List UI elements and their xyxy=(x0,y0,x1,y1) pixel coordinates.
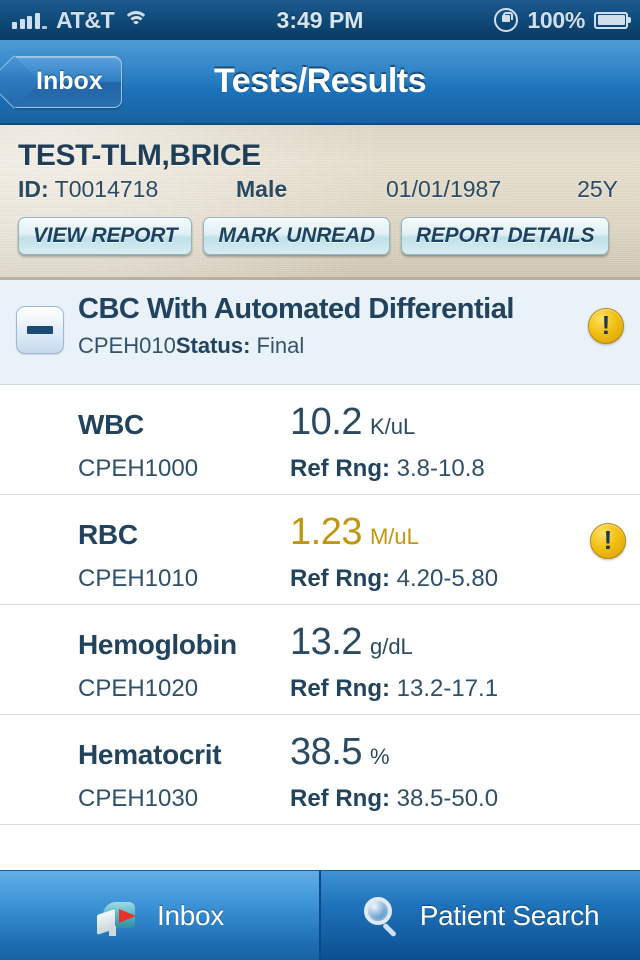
result-unit: M/uL xyxy=(369,524,419,549)
result-row-rbc[interactable]: RBC 1.23 M/uL CPEH1010 Ref Rng: 4.20-5.8… xyxy=(0,495,640,605)
status-bar: AT&T 3:49 PM 100% xyxy=(0,0,640,40)
status-bar-center: 3:49 PM xyxy=(277,7,364,34)
magnifier-icon xyxy=(362,895,404,937)
result-name: Hematocrit xyxy=(78,739,222,770)
result-unit: g/dL xyxy=(369,634,413,659)
test-section-header[interactable]: CBC With Automated Differential CPEH010S… xyxy=(0,280,640,385)
result-reference-range: Ref Rng: 3.8-10.8 xyxy=(290,455,578,483)
patient-name: TEST-TLM,BRICE xyxy=(18,139,261,172)
patient-dob: 01/01/1987 xyxy=(386,176,502,202)
result-row-primary: Hematocrit 38.5 % xyxy=(0,731,578,774)
ref-range-label: Ref Rng: xyxy=(290,455,390,482)
result-row-secondary: CPEH1030 Ref Rng: 38.5-50.0 xyxy=(0,785,578,813)
ref-range-value: 13.2-17.1 xyxy=(396,675,499,702)
report-details-button[interactable]: REPORT DETAILS xyxy=(400,217,610,255)
result-row-secondary: CPEH1020 Ref Rng: 13.2-17.1 xyxy=(0,675,578,703)
result-value: 38.5 xyxy=(290,731,362,773)
tab-patient-search[interactable]: Patient Search xyxy=(319,871,640,960)
battery-percent-label: 100% xyxy=(527,6,585,33)
test-section-subtitle: CPEH010Status: Final xyxy=(78,333,580,359)
result-name: WBC xyxy=(78,409,144,440)
patient-header: TEST-TLM,BRICE ID: T0014718 Male 01/01/1… xyxy=(0,125,640,280)
signal-bars-icon xyxy=(12,12,47,29)
result-value-group: 10.2 K/uL xyxy=(290,401,578,444)
patient-action-buttons: VIEW REPORT MARK UNREAD REPORT DETAILS xyxy=(18,217,622,255)
battery-icon xyxy=(594,11,631,29)
result-unit: % xyxy=(369,744,390,769)
carrier-label: AT&T xyxy=(56,6,115,33)
tab-bar: Inbox Patient Search xyxy=(0,870,640,960)
patient-id-value: T0014718 xyxy=(54,176,159,202)
mailbox-icon xyxy=(95,896,141,936)
result-unit: K/uL xyxy=(369,414,416,439)
result-code: CPEH1010 xyxy=(78,565,199,592)
result-row-secondary: CPEH1010 Ref Rng: 4.20-5.80 xyxy=(0,565,578,593)
ref-range-label: Ref Rng: xyxy=(290,675,390,702)
result-code: CPEH1000 xyxy=(78,455,199,482)
result-reference-range: Ref Rng: 13.2-17.1 xyxy=(290,675,578,703)
wifi-icon xyxy=(123,10,150,30)
result-row-hemoglobin[interactable]: Hemoglobin 13.2 g/dL CPEH1020 Ref Rng: 1… xyxy=(0,605,640,715)
result-name: RBC xyxy=(78,519,138,550)
tab-patient-search-label: Patient Search xyxy=(419,899,600,931)
navigation-bar: Inbox Tests/Results xyxy=(0,40,640,125)
result-reference-range: Ref Rng: 4.20-5.80 xyxy=(290,565,578,593)
result-row-hematocrit[interactable]: Hematocrit 38.5 % CPEH1030 Ref Rng: 38.5… xyxy=(0,715,640,825)
patient-demographics: ID: T0014718 Male 01/01/1987 25Y xyxy=(18,176,622,203)
result-row-primary: RBC 1.23 M/uL xyxy=(0,511,578,554)
clock-label: 3:49 PM xyxy=(276,6,364,33)
patient-id: ID: T0014718 xyxy=(18,176,236,203)
result-value: 1.23 xyxy=(290,511,362,553)
result-row-wbc[interactable]: WBC 10.2 K/uL CPEH1000 Ref Rng: 3.8-10.8 xyxy=(0,385,640,495)
status-value: Final xyxy=(256,333,305,358)
status-bar-left: AT&T xyxy=(12,7,277,34)
result-value-group: 13.2 g/dL xyxy=(290,621,578,664)
app-screen: AT&T 3:49 PM 100% Inbox Tests/Results TE… xyxy=(0,0,640,960)
ref-range-value: 38.5-50.0 xyxy=(396,785,499,812)
mark-unread-button[interactable]: MARK UNREAD xyxy=(203,217,390,255)
minus-icon[interactable] xyxy=(16,306,64,354)
result-row-mcv[interactable]: MCV 80.0 fL xyxy=(0,825,640,840)
result-value-group: 1.23 M/uL xyxy=(290,511,578,554)
test-section-title: CBC With Automated Differential xyxy=(78,293,514,325)
alert-exclamation-icon[interactable]: ! xyxy=(588,308,624,344)
view-report-button[interactable]: VIEW REPORT xyxy=(18,217,193,255)
result-name: Hemoglobin xyxy=(78,629,237,660)
result-row-primary: WBC 10.2 K/uL xyxy=(0,401,578,444)
tab-inbox[interactable]: Inbox xyxy=(0,871,319,960)
alert-exclamation-icon[interactable]: ! xyxy=(590,523,626,559)
result-code: CPEH1030 xyxy=(78,785,199,812)
results-list[interactable]: CBC With Automated Differential CPEH010S… xyxy=(0,280,640,840)
ref-range-value: 3.8-10.8 xyxy=(396,455,485,482)
status-bar-right: 100% xyxy=(363,6,631,34)
patient-age: 25Y xyxy=(577,176,618,202)
status-label: Status: xyxy=(175,333,251,358)
rotation-lock-icon xyxy=(494,8,519,32)
result-code: CPEH1020 xyxy=(78,675,199,702)
ref-range-value: 4.20-5.80 xyxy=(396,565,499,592)
result-row-secondary: CPEH1000 Ref Rng: 3.8-10.8 xyxy=(0,455,578,483)
ref-range-label: Ref Rng: xyxy=(290,785,390,812)
result-value: 10.2 xyxy=(290,401,362,443)
result-row-primary: Hemoglobin 13.2 g/dL xyxy=(0,621,578,664)
result-value-group: 38.5 % xyxy=(290,731,578,774)
ref-range-label: Ref Rng: xyxy=(290,565,390,592)
tab-inbox-label: Inbox xyxy=(157,899,224,931)
back-button-label: Inbox xyxy=(36,67,103,95)
patient-id-label: ID: xyxy=(18,176,49,202)
result-reference-range: Ref Rng: 38.5-50.0 xyxy=(290,785,578,813)
test-section-code: CPEH010 xyxy=(78,333,176,358)
patient-sex: Male xyxy=(236,176,288,202)
back-button-inbox[interactable]: Inbox xyxy=(14,55,122,108)
result-value: 13.2 xyxy=(290,621,362,663)
